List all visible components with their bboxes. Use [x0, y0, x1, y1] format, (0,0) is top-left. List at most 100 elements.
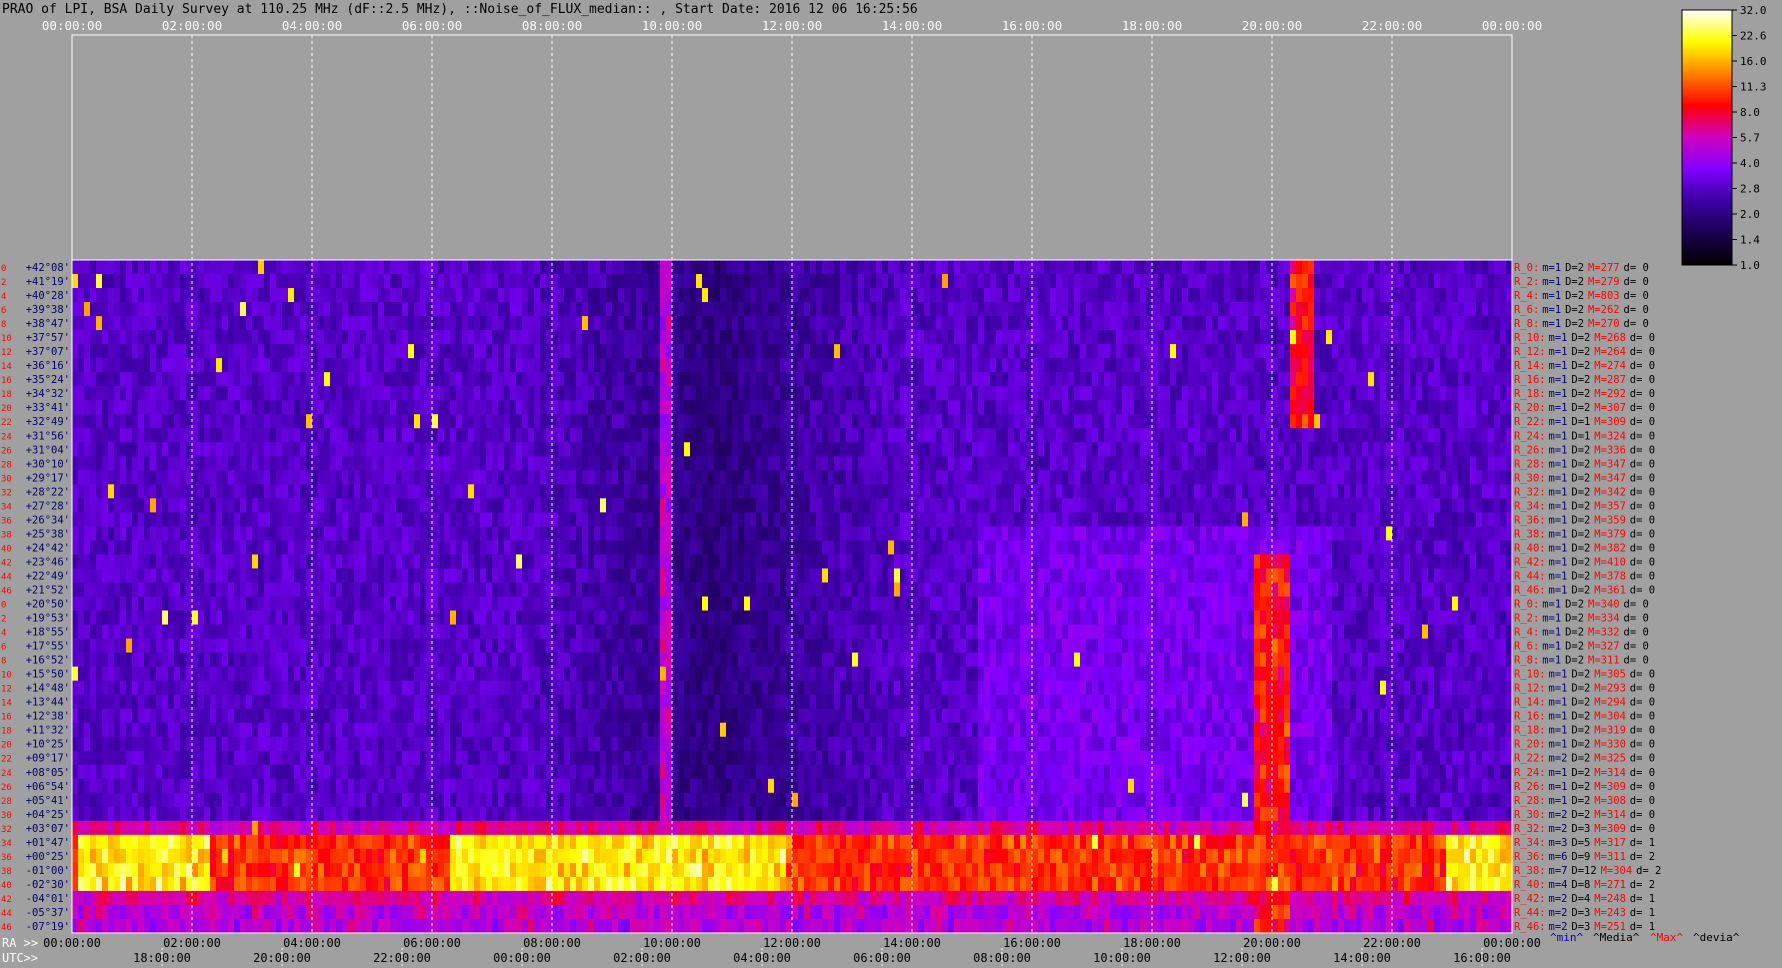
heatmap-cell — [816, 330, 823, 345]
heatmap-cell — [684, 456, 691, 471]
heatmap-cell — [708, 372, 715, 387]
heatmap-cell — [924, 484, 931, 499]
heatmap-cell — [1374, 288, 1381, 303]
heatmap-cell — [1350, 414, 1357, 429]
heatmap-cell — [1230, 470, 1237, 485]
heatmap-cell — [1368, 386, 1375, 401]
heatmap-cell — [1488, 260, 1495, 275]
heatmap-cell — [678, 470, 685, 485]
heatmap-cell — [552, 288, 559, 303]
heatmap-cell — [816, 358, 823, 373]
heatmap-cell — [192, 274, 199, 289]
heatmap-cell — [1140, 526, 1147, 542]
heatmap-cell — [312, 288, 319, 303]
heatmap-cell — [108, 330, 115, 345]
heatmap-cell — [342, 400, 349, 415]
heatmap-cell — [1368, 484, 1375, 499]
heatmap-cell — [1326, 372, 1333, 387]
heatmap-cell — [840, 274, 847, 289]
heatmap-cell — [348, 372, 355, 387]
heatmap-cell — [594, 274, 601, 289]
heatmap-cell — [390, 344, 397, 359]
heatmap-cell — [474, 470, 481, 485]
heatmap-cell — [1134, 428, 1141, 443]
heatmap-cell — [456, 414, 463, 429]
heatmap-cell — [1170, 344, 1177, 359]
heatmap-cell — [714, 484, 721, 499]
heatmap-cell — [1110, 442, 1117, 457]
heatmap-cell — [1206, 512, 1213, 527]
heatmap-cell — [900, 428, 907, 443]
heatmap-cell — [270, 470, 277, 485]
heatmap-cell — [894, 302, 901, 317]
heatmap-cell — [510, 386, 517, 401]
heatmap-cell — [1350, 260, 1357, 275]
heatmap-cell — [1368, 456, 1375, 471]
heatmap-cell — [750, 400, 757, 415]
heatmap-cell — [1380, 274, 1387, 289]
heatmap-cell — [582, 344, 589, 359]
heatmap-cell — [234, 456, 241, 471]
heatmap-cell — [1152, 372, 1159, 387]
heatmap-cell — [1428, 316, 1435, 331]
heatmap-cell — [132, 302, 139, 317]
heatmap-cell — [840, 358, 847, 373]
heatmap-cell — [900, 302, 907, 317]
heatmap-cell — [738, 358, 745, 373]
heatmap-cell — [576, 526, 583, 542]
heatmap-cell — [1410, 260, 1417, 275]
heatmap-cell — [228, 484, 235, 499]
heatmap-cell — [1338, 484, 1345, 499]
heatmap-cell — [462, 540, 469, 556]
heatmap-cell — [1488, 386, 1495, 401]
heatmap-cell — [918, 498, 925, 513]
heatmap-cell — [1122, 260, 1129, 275]
heatmap-cell — [804, 274, 811, 289]
heatmap-cell — [1080, 260, 1087, 275]
heatmap-cell — [1242, 442, 1249, 457]
heatmap-cell — [606, 414, 613, 429]
heatmap-cell — [792, 372, 799, 387]
heatmap-cell — [174, 526, 181, 542]
heatmap-cell — [876, 344, 883, 359]
heatmap-cell — [1410, 470, 1417, 485]
heatmap-cell — [816, 442, 823, 457]
heatmap-cell — [1458, 302, 1465, 317]
heatmap-cell — [768, 400, 775, 415]
heatmap-cell — [1134, 358, 1141, 373]
heatmap-cell — [1020, 316, 1027, 331]
heatmap-cell — [792, 428, 799, 443]
heatmap-cell — [1158, 316, 1165, 331]
heatmap-cell — [474, 386, 481, 401]
heatmap-cell — [1362, 428, 1369, 443]
heatmap-cell — [594, 400, 601, 415]
heatmap-cell — [1242, 414, 1249, 429]
heatmap-cell — [1272, 260, 1279, 275]
heatmap-cell — [882, 484, 889, 499]
heatmap-cell — [1014, 456, 1021, 471]
heatmap-cell — [162, 400, 169, 415]
heatmap-cell — [1452, 526, 1459, 542]
heatmap-cell — [84, 330, 91, 345]
heatmap-cell — [576, 470, 583, 485]
heatmap-cell — [570, 540, 577, 556]
heatmap-cell — [1248, 260, 1255, 275]
heatmap-cell — [864, 358, 871, 373]
heatmap-cell — [108, 484, 115, 499]
heatmap-cell — [804, 456, 811, 471]
heatmap-cell — [1356, 456, 1363, 471]
heatmap-cell — [792, 358, 799, 373]
heatmap-cell — [1038, 302, 1045, 317]
heatmap-cell — [1104, 498, 1111, 513]
heatmap-cell — [1272, 274, 1279, 289]
heatmap-cell — [1494, 260, 1501, 275]
heatmap-cell — [870, 330, 877, 345]
heatmap-cell — [1188, 428, 1195, 443]
heatmap-cell — [126, 498, 133, 513]
heatmap-cell — [1422, 512, 1429, 527]
heatmap-cell — [612, 512, 619, 527]
heatmap-cell — [804, 484, 811, 499]
heatmap-cell — [510, 288, 517, 303]
heatmap-cell — [1152, 428, 1159, 443]
heatmap-cell — [282, 372, 289, 387]
